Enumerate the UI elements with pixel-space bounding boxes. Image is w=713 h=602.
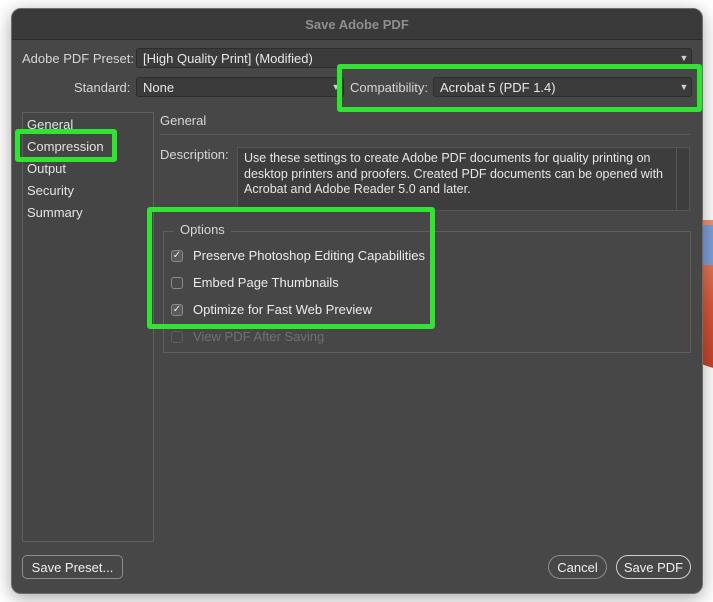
option-label: Embed Page Thumbnails	[193, 275, 339, 290]
standard-value: None	[143, 79, 175, 95]
chevron-down-icon: ▼	[679, 82, 689, 92]
checkmark-icon: ✓	[172, 303, 182, 315]
dialog-titlebar: Save Adobe PDF	[12, 9, 702, 40]
chevron-down-icon: ▼	[679, 53, 689, 63]
compatibility-label: Compatibility:	[350, 80, 429, 95]
panel-title: General	[160, 113, 207, 128]
chevron-down-icon: ▼	[331, 82, 341, 92]
option-preserve-editing[interactable]: ✓ Preserve Photoshop Editing Capabilitie…	[171, 248, 425, 263]
option-embed-thumbnails[interactable]: Embed Page Thumbnails	[171, 275, 339, 290]
sidebar-item-compression[interactable]: Compression	[27, 139, 104, 154]
description-label: Description:	[160, 147, 229, 162]
standard-label: Standard:	[74, 80, 131, 95]
description-box[interactable]: Use these settings to create Adobe PDF d…	[237, 147, 690, 211]
sidebar-item-output[interactable]: Output	[27, 161, 66, 176]
panel-divider	[160, 134, 690, 135]
compatibility-value: Acrobat 5 (PDF 1.4)	[440, 79, 556, 95]
save-preset-button[interactable]: Save Preset...	[22, 555, 123, 579]
option-label: View PDF After Saving	[193, 329, 325, 344]
preset-dropdown[interactable]: [High Quality Print] (Modified) ▼	[136, 48, 692, 68]
sidebar-item-general[interactable]: General	[27, 117, 73, 132]
dialog-title: Save Adobe PDF	[305, 16, 409, 32]
checkmark-icon: ✓	[172, 249, 182, 261]
save-pdf-dialog: Save Adobe PDF Adobe PDF Preset: [High Q…	[11, 8, 703, 594]
option-view-pdf-after-saving: View PDF After Saving	[171, 329, 324, 344]
checkbox-fast-web-preview[interactable]: ✓	[171, 303, 183, 316]
cancel-button[interactable]: Cancel	[548, 555, 607, 579]
preset-value: [High Quality Print] (Modified)	[143, 50, 313, 66]
preset-label: Adobe PDF Preset:	[22, 51, 134, 66]
save-pdf-button[interactable]: Save PDF	[616, 555, 691, 579]
checkbox-embed-thumbnails[interactable]	[171, 276, 183, 289]
standard-dropdown[interactable]: None ▼	[136, 77, 344, 97]
compatibility-dropdown[interactable]: Acrobat 5 (PDF 1.4) ▼	[433, 77, 692, 97]
category-sidebar: General Compression Output Security Summ…	[22, 112, 154, 542]
option-fast-web-preview[interactable]: ✓ Optimize for Fast Web Preview	[171, 302, 372, 317]
options-legend: Options	[174, 222, 231, 237]
checkbox-preserve-editing[interactable]: ✓	[171, 249, 183, 262]
sidebar-item-security[interactable]: Security	[27, 183, 74, 198]
description-scrollbar[interactable]	[676, 148, 689, 210]
description-text: Use these settings to create Adobe PDF d…	[244, 151, 663, 196]
option-label: Optimize for Fast Web Preview	[193, 302, 372, 317]
option-label: Preserve Photoshop Editing Capabilities	[193, 248, 425, 263]
sidebar-item-summary[interactable]: Summary	[27, 205, 83, 220]
checkbox-view-pdf-after-saving	[171, 330, 183, 343]
